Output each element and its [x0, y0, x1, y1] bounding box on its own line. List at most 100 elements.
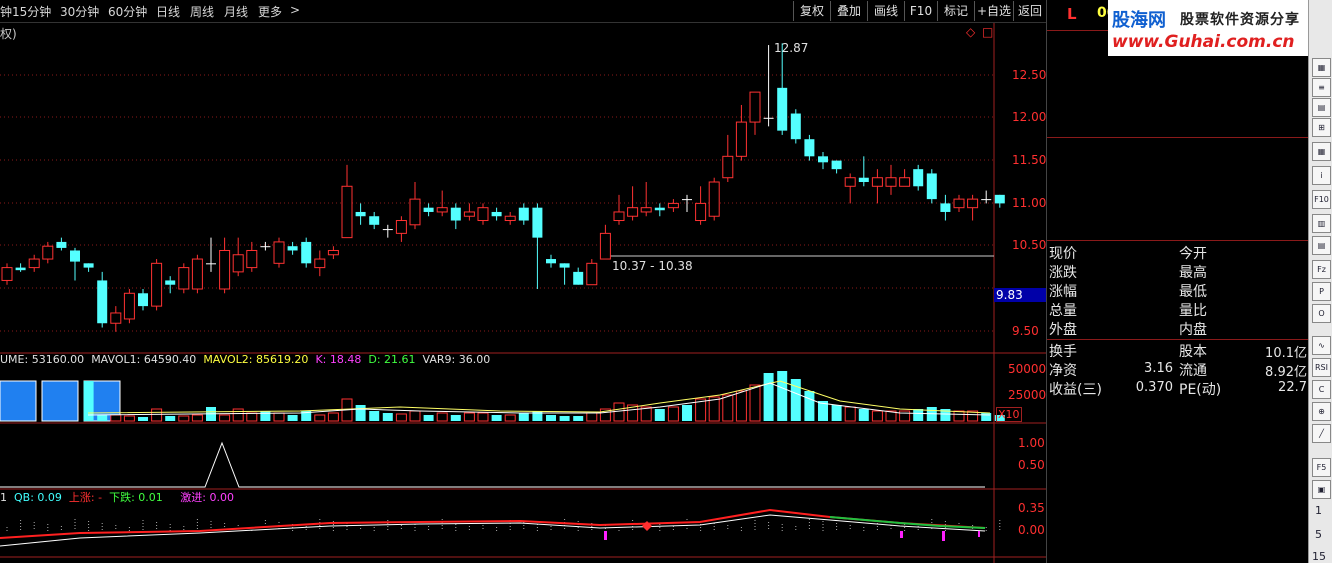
f10-button[interactable]: F10: [904, 1, 937, 21]
volume-bar: [138, 417, 148, 421]
candle-body: [1, 267, 13, 281]
rsi-icon[interactable]: RSI: [1312, 358, 1331, 377]
candle-body: [70, 250, 80, 262]
volume-bar: [463, 412, 475, 422]
candle-body: [885, 177, 897, 187]
period-60min[interactable]: 60分钟: [108, 3, 147, 20]
volume-legend: UME: 53160.00 MAVOL1: 64590.40 MAVOL2: 8…: [0, 353, 490, 366]
table-icon[interactable]: ▤: [1312, 236, 1331, 255]
current-price-marker: 9.83: [994, 288, 1046, 302]
fund-value: 3.16: [1144, 361, 1173, 376]
candle-body: [110, 312, 122, 324]
volume-bar: [151, 408, 163, 422]
period-next-icon[interactable]: >: [290, 3, 300, 17]
fiz-icon[interactable]: Fz: [1312, 260, 1331, 279]
line-icon[interactable]: ╱: [1312, 424, 1331, 443]
bars-icon[interactable]: ▥: [1312, 214, 1331, 233]
fund-label: PE(动): [1179, 382, 1222, 398]
candle-body: [518, 207, 529, 221]
price-tick: 12.00: [1012, 110, 1047, 124]
candle-body: [191, 258, 203, 290]
period-daily[interactable]: 日线: [156, 3, 180, 20]
candle-body: [667, 202, 679, 209]
candle-body: [178, 267, 190, 290]
volume-bar: [110, 414, 122, 422]
period-1-label[interactable]: 1: [1315, 504, 1322, 517]
candle-body: [382, 229, 393, 231]
quote-label: 今开: [1179, 246, 1207, 262]
quote-label: 最低: [1179, 284, 1207, 300]
mavol1-value: MAVOL1: 64590.40: [91, 353, 197, 366]
corner-square-icon[interactable]: □: [982, 25, 993, 39]
candle-body: [463, 211, 475, 217]
c-icon[interactable]: C: [1312, 380, 1331, 399]
grid-icon[interactable]: ▦: [1312, 142, 1331, 161]
volume-bar: [178, 415, 190, 422]
period-monthly[interactable]: 月线: [224, 3, 248, 20]
f10-icon[interactable]: F10: [1312, 190, 1331, 209]
volume-bar: [327, 412, 339, 422]
quote-label: 最高: [1179, 265, 1207, 281]
candle-body: [981, 199, 992, 201]
volume-bar: [409, 410, 421, 422]
volume-bar: [395, 413, 407, 422]
fund-value: 0.370: [1135, 380, 1173, 395]
kline-chart-area[interactable]: [0, 23, 1046, 563]
f5-icon[interactable]: F5: [1312, 458, 1331, 477]
draw-line-button[interactable]: 画线: [867, 1, 904, 21]
candle-body: [206, 263, 216, 265]
overlay-button[interactable]: 叠加: [830, 1, 867, 21]
candle-body: [967, 198, 979, 209]
info-icon[interactable]: i: [1312, 166, 1331, 185]
period-1min[interactable]: 钟: [0, 3, 12, 20]
candle-body: [436, 207, 448, 213]
graph-icon[interactable]: ⊞: [1312, 118, 1331, 137]
mavol2-value: MAVOL2: 85619.20: [203, 353, 309, 366]
period-more[interactable]: 更多: [258, 3, 282, 20]
candle-body: [28, 258, 40, 269]
doc-icon[interactable]: ▤: [1312, 98, 1331, 117]
candle-body: [790, 113, 801, 140]
add-watchlist-button[interactable]: +自选: [974, 1, 1013, 21]
corner-diamond-icon[interactable]: ◇: [966, 25, 975, 39]
volume-bar: [191, 414, 203, 422]
restore-rights-button[interactable]: 复权: [793, 1, 830, 21]
quote-label: 现价: [1049, 246, 1077, 262]
candle-body: [123, 292, 135, 320]
period-5-label[interactable]: 5: [1315, 528, 1322, 541]
candle-body: [369, 216, 380, 225]
list-icon[interactable]: ≡: [1312, 78, 1331, 97]
candle-body: [504, 215, 516, 222]
volume-bar: [573, 416, 584, 421]
price-tick: 10.50: [1012, 238, 1047, 252]
volume-bar: [232, 408, 244, 422]
period-30min[interactable]: 30分钟: [60, 3, 99, 20]
back-button[interactable]: 返回: [1013, 1, 1046, 21]
volume-tick: 25000: [1008, 388, 1047, 402]
indicator-prefix: 1: [0, 491, 7, 504]
logo-slogan: 股票软件资源分享: [1180, 12, 1300, 28]
fund-value: 10.1亿: [1265, 346, 1307, 361]
quote-label: 内盘: [1179, 322, 1207, 338]
box-icon[interactable]: ▣: [1312, 480, 1331, 499]
mark-button[interactable]: 标记: [937, 1, 974, 21]
volume-bar: [831, 405, 842, 421]
fund-value: 22.7: [1278, 380, 1307, 395]
candle-body: [940, 203, 951, 212]
o-icon[interactable]: O: [1312, 304, 1331, 323]
p-icon[interactable]: P: [1312, 282, 1331, 301]
volume-bar: [899, 410, 911, 422]
candle-body: [858, 177, 869, 182]
period-weekly[interactable]: 周线: [190, 3, 214, 20]
wave-icon[interactable]: ∿: [1312, 336, 1331, 355]
zoom-icon[interactable]: ⊕: [1312, 402, 1331, 421]
volume-bar: [260, 411, 271, 421]
volume-bar: [654, 409, 665, 421]
candle-body: [450, 207, 461, 221]
period-15min[interactable]: 15分钟: [12, 3, 51, 20]
volume-bar: [804, 391, 815, 421]
candle-body: [804, 139, 815, 157]
volume-bar: [423, 415, 434, 421]
chart-icon[interactable]: ▦: [1312, 58, 1331, 77]
period-15-label[interactable]: 15: [1312, 550, 1326, 563]
